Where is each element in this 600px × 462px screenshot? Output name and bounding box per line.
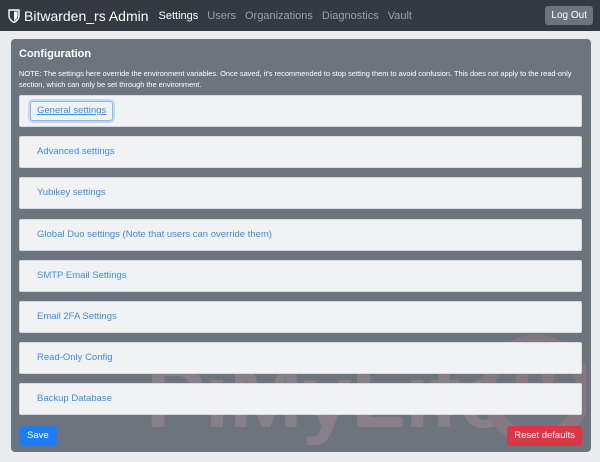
- section-toggle-duo[interactable]: Global Duo settings (Note that users can…: [37, 220, 272, 250]
- section-read-only-config: Read-Only Config: [19, 342, 582, 374]
- section-toggle-yubikey[interactable]: Yubikey settings: [37, 178, 106, 208]
- section-advanced-settings: Advanced settings: [19, 136, 582, 168]
- section-yubikey-settings: Yubikey settings: [19, 177, 582, 209]
- section-toggle-advanced[interactable]: Advanced settings: [37, 137, 115, 167]
- save-button[interactable]: Save: [19, 426, 57, 446]
- nav-settings[interactable]: Settings: [159, 10, 199, 22]
- section-global-duo-settings: Global Duo settings (Note that users can…: [19, 219, 582, 251]
- section-toggle-email-2fa[interactable]: Email 2FA Settings: [37, 302, 117, 332]
- shield-icon: [8, 8, 20, 23]
- nav-diagnostics[interactable]: Diagnostics: [322, 10, 379, 22]
- section-toggle-smtp[interactable]: SMTP Email Settings: [37, 261, 127, 291]
- configuration-card: PiMyLife Configuration NOTE: The setting…: [11, 39, 591, 452]
- section-email-2fa-settings: Email 2FA Settings: [19, 301, 582, 333]
- top-navbar: Bitwarden_rs Admin Settings Users Organi…: [0, 0, 600, 31]
- config-note: NOTE: The settings here override the env…: [19, 69, 572, 89]
- brand[interactable]: Bitwarden_rs Admin: [8, 8, 149, 24]
- section-toggle-backup[interactable]: Backup Database: [37, 384, 112, 414]
- reset-defaults-button[interactable]: Reset defaults: [507, 426, 582, 446]
- card-title: Configuration: [19, 48, 92, 60]
- nav-users[interactable]: Users: [207, 10, 236, 22]
- section-smtp-email-settings: SMTP Email Settings: [19, 260, 582, 292]
- brand-title: Bitwarden_rs Admin: [24, 7, 149, 24]
- section-toggle-read-only[interactable]: Read-Only Config: [37, 343, 113, 373]
- section-toggle-general[interactable]: General settings: [30, 101, 114, 121]
- logout-button[interactable]: Log Out: [545, 6, 593, 25]
- nav-vault[interactable]: Vault: [388, 10, 412, 22]
- section-backup-database: Backup Database: [19, 383, 582, 415]
- section-general-settings: General settings: [19, 95, 582, 127]
- nav-organizations[interactable]: Organizations: [245, 10, 313, 22]
